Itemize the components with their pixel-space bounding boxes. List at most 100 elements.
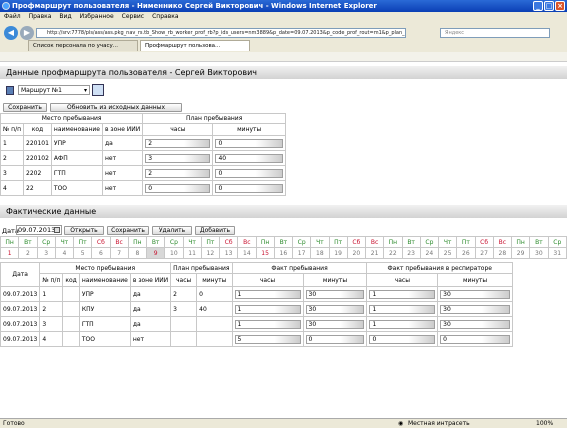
calendar-day[interactable]: 2	[18, 247, 38, 259]
fact-minutes-input[interactable]: 30	[305, 319, 365, 329]
menu-tools[interactable]: Сервис	[122, 12, 144, 22]
fact-hours-input[interactable]: 1	[234, 319, 301, 329]
calendar-day[interactable]: 27	[474, 247, 494, 259]
plan-minutes-input[interactable]: 40	[215, 153, 283, 163]
calendar-day[interactable]: 26	[456, 247, 476, 259]
forward-icon[interactable]: ▶	[20, 26, 34, 40]
fact-hours-input[interactable]: 1	[234, 289, 301, 299]
resp-hours-input[interactable]: 1	[369, 289, 436, 299]
tab-profroute[interactable]: Профмаршрут пользова...	[140, 40, 250, 51]
chevron-down-icon[interactable]: ▾	[84, 86, 87, 95]
calendar-day[interactable]: 18	[310, 247, 330, 259]
save-actual-button[interactable]: Сохранить	[107, 226, 149, 235]
calendar-day[interactable]: 19	[328, 247, 348, 259]
calendar-day[interactable]: 28	[492, 247, 513, 259]
calendar-weekday: Чт	[182, 236, 202, 248]
add-button[interactable]: Добавить	[195, 226, 235, 235]
plan-cell-name: АФП	[50, 150, 103, 166]
maximize-icon[interactable]: □	[544, 1, 554, 11]
command-bar	[0, 52, 567, 62]
menu-edit[interactable]: Правка	[29, 12, 52, 22]
calendar-day[interactable]: 3	[36, 247, 56, 259]
calendar-day[interactable]: 1	[0, 247, 20, 259]
plan-minutes-input-cell: 40	[212, 150, 286, 166]
plan-header-code: код	[23, 123, 52, 136]
resp-minutes-input[interactable]: 30	[440, 289, 510, 299]
delete-button[interactable]: Удалить	[152, 226, 192, 235]
calendar-weekday: Чт	[310, 236, 330, 248]
calendar-day[interactable]: 16	[273, 247, 294, 259]
calendar-weekday: Чт	[437, 236, 458, 248]
minimize-icon[interactable]: _	[533, 1, 543, 11]
fact-cell-code	[62, 331, 80, 347]
calendar-icon[interactable]	[92, 84, 104, 96]
menu-help[interactable]: Справка	[152, 12, 178, 22]
calendar-day[interactable]: 13	[218, 247, 239, 259]
date-input[interactable]: 09.07.2013	[16, 225, 62, 235]
address-field[interactable]: http://srv:7778/pls/ass/ass.pkg_nav_rs.t…	[36, 28, 406, 38]
calendar-day[interactable]: 30	[529, 247, 549, 259]
plan-hours-input[interactable]: 3	[145, 153, 211, 163]
route-select[interactable]: Маршрут №1 ▾	[18, 85, 90, 95]
plan-minutes-input[interactable]: 0	[215, 183, 283, 193]
resp-hours-input[interactable]: 0	[369, 334, 436, 344]
calendar-day[interactable]: 12	[200, 247, 221, 259]
calendar-day[interactable]: 5	[72, 247, 93, 259]
open-button[interactable]: Открыть	[64, 226, 104, 235]
calendar-day[interactable]: 9	[145, 247, 166, 259]
calendar-day[interactable]: 15	[255, 247, 275, 259]
resp-minutes-input[interactable]: 0	[440, 334, 510, 344]
calendar-day[interactable]: 31	[547, 247, 567, 259]
plan-minutes-input[interactable]: 0	[215, 168, 283, 178]
calendar-day[interactable]: 4	[54, 247, 75, 259]
calendar-day[interactable]: 29	[510, 247, 531, 259]
plan-hours-input[interactable]: 2	[145, 138, 211, 148]
plan-minutes-input-cell: 0	[212, 180, 286, 196]
calendar-day[interactable]: 21	[364, 247, 385, 259]
resp-minutes-input[interactable]: 30	[440, 319, 510, 329]
plan-hours-input[interactable]: 0	[145, 183, 211, 193]
calendar-weekday: Ср	[291, 236, 312, 248]
address-toolbar: ◀ ▶ http://srv:7778/pls/ass/ass.pkg_nav_…	[0, 22, 567, 52]
calendar-day[interactable]: 25	[437, 247, 458, 259]
calendar-day[interactable]: 11	[182, 247, 202, 259]
resp-minutes-input[interactable]: 30	[440, 304, 510, 314]
calendar-weekday: Вс	[492, 236, 513, 248]
calendar-day[interactable]: 23	[401, 247, 421, 259]
save-button[interactable]: Сохранить	[3, 103, 47, 112]
menu-favorites[interactable]: Избранное	[80, 12, 114, 22]
close-icon[interactable]: ×	[555, 1, 565, 11]
resp-minutes-input-cell: 30	[437, 316, 513, 332]
resp-hours-input-cell: 1	[366, 301, 439, 317]
calendar-day[interactable]: 8	[127, 247, 148, 259]
plan-header-hours: часы	[142, 123, 214, 136]
calendar-day[interactable]: 22	[383, 247, 403, 259]
tab-staff-list[interactable]: Список персонала по учасу...	[28, 40, 138, 51]
plan-minutes-input[interactable]: 0	[215, 138, 283, 148]
calendar-day[interactable]: 20	[346, 247, 367, 259]
resp-hours-input[interactable]: 1	[369, 319, 436, 329]
resp-hours-input[interactable]: 1	[369, 304, 436, 314]
menu-file[interactable]: Файл	[4, 12, 21, 22]
menu-view[interactable]: Вид	[59, 12, 71, 22]
fact-minutes-input[interactable]: 30	[305, 304, 365, 314]
calendar-day[interactable]: 14	[237, 247, 257, 259]
fact-minutes-input[interactable]: 0	[305, 334, 365, 344]
calendar-day[interactable]: 6	[91, 247, 111, 259]
calendar-picker-icon[interactable]	[54, 227, 60, 233]
route-select-value: Маршрут №1	[21, 87, 62, 94]
calendar-day[interactable]: 17	[291, 247, 312, 259]
fact-minutes-input[interactable]: 30	[305, 289, 365, 299]
calendar-weekday: Чт	[54, 236, 75, 248]
plan-hours-input[interactable]: 2	[145, 168, 211, 178]
fact-hours-input[interactable]: 1	[234, 304, 301, 314]
calendar-day[interactable]: 10	[164, 247, 184, 259]
fact-header-fact-minutes: минуты	[302, 273, 368, 287]
search-input[interactable]: Яндекс	[440, 28, 550, 38]
refresh-button[interactable]: Обновить из исходных данных	[50, 103, 182, 112]
back-icon[interactable]: ◀	[4, 26, 18, 40]
fact-cell-date: 09.07.2013	[0, 301, 41, 317]
fact-hours-input[interactable]: 5	[234, 334, 301, 344]
calendar-day[interactable]: 24	[419, 247, 440, 259]
calendar-day[interactable]: 7	[109, 247, 129, 259]
